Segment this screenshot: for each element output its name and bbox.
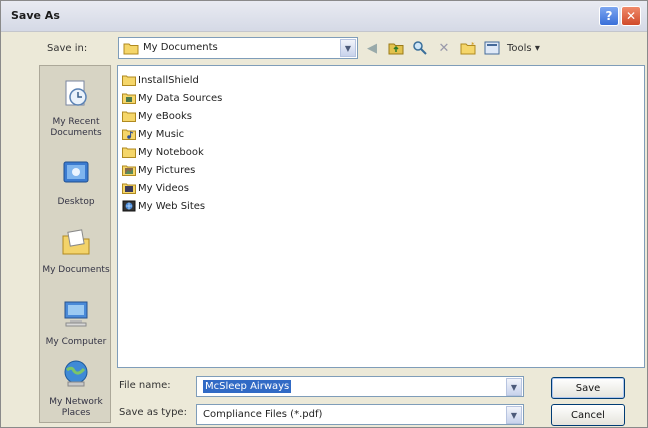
list-item[interactable]: My Music bbox=[122, 126, 184, 142]
save-as-type-dropdown[interactable]: Compliance Files (*.pdf) ▼ bbox=[196, 404, 524, 425]
web-sites-icon bbox=[122, 200, 136, 212]
pictures-folder-icon bbox=[122, 165, 136, 176]
list-item[interactable]: My Data Sources bbox=[122, 90, 222, 106]
place-network-places[interactable]: My Network Places bbox=[40, 358, 112, 419]
item-name: My Web Sites bbox=[138, 200, 206, 212]
new-folder-icon[interactable]: * bbox=[459, 39, 477, 57]
folder-icon bbox=[123, 43, 139, 55]
help-button[interactable]: ? bbox=[599, 6, 619, 26]
tools-menu[interactable]: Tools ▾ bbox=[507, 43, 540, 54]
item-name: My Videos bbox=[138, 182, 189, 194]
item-name: My Music bbox=[138, 128, 185, 140]
place-label: My Recent Documents bbox=[50, 117, 102, 138]
delete-icon[interactable]: ✕ bbox=[435, 39, 453, 57]
help-icon: ? bbox=[605, 9, 613, 23]
chevron-down-icon[interactable]: ▼ bbox=[506, 378, 522, 396]
save-in-value: My Documents bbox=[143, 42, 218, 53]
dialog-title: Save As bbox=[11, 9, 60, 22]
place-my-computer[interactable]: My Computer bbox=[40, 298, 112, 348]
item-name: My eBooks bbox=[138, 110, 192, 122]
places-bar: My Recent Documents Desktop My Documents bbox=[39, 65, 111, 423]
cancel-button-label: Cancel bbox=[571, 409, 605, 421]
toolbar: ◀ ✕ * Tools ▾ bbox=[363, 38, 540, 58]
chevron-down-icon[interactable]: ▼ bbox=[340, 39, 356, 57]
file-list[interactable]: InstallShield My Data Sources My eBooks … bbox=[117, 65, 645, 368]
tools-label: Tools bbox=[507, 42, 532, 54]
save-button[interactable]: Save bbox=[551, 377, 625, 399]
list-item[interactable]: InstallShield bbox=[122, 72, 199, 88]
file-name-field[interactable]: McSleep Airways ▼ bbox=[196, 376, 524, 397]
place-label: Desktop bbox=[57, 197, 95, 207]
list-item[interactable]: My Web Sites bbox=[122, 198, 205, 214]
list-item[interactable]: My eBooks bbox=[122, 108, 192, 124]
save-as-dialog: Save As ? ✕ Save in: My Documents ▼ ◀ ✕ … bbox=[0, 0, 648, 428]
search-web-icon[interactable] bbox=[411, 39, 429, 57]
back-icon[interactable]: ◀ bbox=[363, 39, 381, 57]
place-label: My Computer bbox=[45, 337, 107, 347]
list-item[interactable]: My Notebook bbox=[122, 144, 204, 160]
save-button-label: Save bbox=[575, 382, 601, 394]
up-folder-icon[interactable] bbox=[387, 39, 405, 57]
desktop-icon bbox=[63, 161, 89, 183]
list-item[interactable]: My Videos bbox=[122, 180, 189, 196]
place-label: My Network Places bbox=[49, 397, 103, 418]
cancel-button[interactable]: Cancel bbox=[551, 404, 625, 426]
save-as-type-value: Compliance Files (*.pdf) bbox=[203, 409, 323, 420]
place-my-documents[interactable]: My Documents bbox=[40, 226, 112, 276]
file-name-value[interactable]: McSleep Airways bbox=[203, 380, 292, 393]
save-as-type-label: Save as type: bbox=[119, 407, 187, 418]
videos-folder-icon bbox=[122, 183, 136, 194]
save-in-dropdown[interactable]: My Documents ▼ bbox=[118, 37, 358, 59]
views-icon[interactable] bbox=[483, 39, 501, 57]
item-name: InstallShield bbox=[138, 74, 199, 86]
folder-icon bbox=[122, 147, 136, 158]
place-desktop[interactable]: Desktop bbox=[40, 158, 112, 208]
list-item[interactable]: My Pictures bbox=[122, 162, 195, 178]
item-name: My Pictures bbox=[138, 164, 196, 176]
item-name: My Data Sources bbox=[138, 92, 223, 104]
music-folder-icon bbox=[122, 129, 136, 140]
save-in-label: Save in: bbox=[47, 43, 88, 54]
svg-text:*: * bbox=[471, 41, 475, 49]
my-computer-icon bbox=[64, 301, 88, 327]
folder-icon bbox=[122, 111, 136, 122]
place-recent-documents[interactable]: My Recent Documents bbox=[40, 78, 112, 139]
item-name: My Notebook bbox=[138, 146, 204, 158]
my-documents-icon bbox=[62, 229, 90, 255]
chevron-down-icon[interactable]: ▼ bbox=[506, 406, 522, 424]
file-name-label: File name: bbox=[119, 380, 171, 391]
place-label: My Documents bbox=[42, 265, 110, 275]
close-icon: ✕ bbox=[625, 9, 637, 23]
close-button[interactable]: ✕ bbox=[621, 6, 641, 26]
data-sources-icon bbox=[122, 93, 136, 104]
folder-icon bbox=[122, 75, 136, 86]
recent-documents-icon bbox=[65, 80, 87, 106]
title-bar[interactable]: Save As ? ✕ bbox=[1, 1, 647, 32]
network-places-icon bbox=[64, 360, 88, 387]
